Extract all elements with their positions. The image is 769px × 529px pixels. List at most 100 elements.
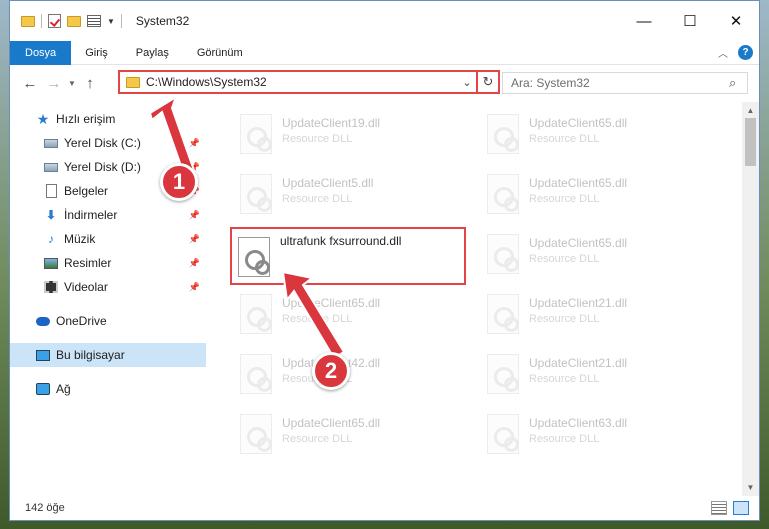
sidebar-item-onedrive[interactable]: OneDrive: [10, 309, 206, 333]
scroll-down-icon[interactable]: ▼: [742, 479, 759, 496]
toolbar-properties-icon[interactable]: [87, 15, 101, 27]
file-item[interactable]: UpdateClient5.dll Resource DLL: [226, 166, 466, 224]
documents-icon: [44, 184, 58, 198]
cloud-icon: [36, 314, 50, 328]
pin-icon: 📌: [188, 281, 200, 292]
dll-file-icon: [240, 414, 272, 454]
sidebar-item-label: İndirmeler: [64, 208, 118, 222]
forward-arrow-icon[interactable]: →: [42, 75, 66, 92]
sidebar-item-local-disk-c[interactable]: Yerel Disk (C:) 📌: [10, 131, 206, 155]
sidebar-item-music[interactable]: ♪ Müzik 📌: [10, 227, 206, 251]
pin-icon: 📌: [188, 209, 200, 220]
sidebar-item-label: OneDrive: [56, 314, 107, 328]
pin-icon: 📌: [188, 257, 200, 268]
recent-locations-caret-icon[interactable]: ▼: [66, 79, 78, 88]
star-icon: ★: [36, 110, 50, 127]
view-toggle: [711, 501, 749, 515]
vertical-scrollbar[interactable]: ▲ ▼: [742, 102, 759, 496]
address-dropdown-icon[interactable]: ⌄: [458, 76, 476, 89]
file-name: UpdateClient21.dll: [529, 356, 628, 370]
search-input[interactable]: Ara: System32: [511, 76, 729, 90]
address-bar[interactable]: C:\Windows\System32 ⌄: [118, 70, 478, 94]
file-item[interactable]: UpdateClient65.dll Resource DLL: [226, 286, 466, 344]
address-path[interactable]: C:\Windows\System32: [146, 75, 458, 89]
refresh-button[interactable]: ↻: [478, 70, 500, 94]
sidebar-item-label: Yerel Disk (D:): [64, 160, 141, 174]
file-item[interactable]: UpdateClient21.dll Resource DLL: [473, 286, 713, 344]
window-controls: — ☐ ✕: [621, 1, 759, 41]
tab-home[interactable]: Giriş: [71, 41, 122, 65]
large-icons-view-icon[interactable]: [733, 501, 749, 515]
sidebar-item-videos[interactable]: Videolar 📌: [10, 275, 206, 299]
dll-file-icon: [487, 294, 519, 334]
tab-view[interactable]: Görünüm: [183, 41, 257, 65]
file-name: UpdateClient65.dll: [529, 176, 628, 190]
sidebar-item-label: Yerel Disk (C:): [64, 136, 141, 150]
file-item[interactable]: UpdateClient63.dll Resource DLL: [473, 406, 713, 464]
highlighted-file-item[interactable]: ultrafunk fxsurround.dll: [230, 227, 466, 285]
drive-icon: [44, 160, 58, 174]
properties-check-icon[interactable]: [48, 14, 61, 28]
sidebar-item-network[interactable]: Ağ: [10, 377, 206, 401]
close-button[interactable]: ✕: [713, 1, 759, 41]
search-box[interactable]: Ara: System32 ⌕: [502, 72, 748, 94]
sidebar-item-downloads[interactable]: ⬇ İndirmeler 📌: [10, 203, 206, 227]
file-type: Resource DLL: [282, 433, 353, 445]
music-icon: ♪: [48, 232, 54, 246]
file-item[interactable]: UpdateClient65.dll Resource DLL: [226, 406, 466, 464]
pin-icon: 📌: [188, 137, 200, 148]
minimize-button[interactable]: —: [621, 1, 667, 41]
sidebar-item-this-pc[interactable]: Bu bilgisayar: [10, 343, 206, 367]
file-type: Resource DLL: [529, 433, 600, 445]
expand-ribbon-icon[interactable]: ︿: [718, 45, 728, 60]
file-name: ultrafunk fxsurround.dll: [280, 234, 402, 248]
tab-share[interactable]: Paylaş: [122, 41, 183, 65]
folder-icon: [126, 76, 140, 88]
file-name: UpdateClient65.dll: [282, 416, 381, 430]
file-item[interactable]: UpdateClient65.dll Resource DLL: [473, 226, 713, 284]
dll-file-icon: [238, 237, 270, 277]
search-icon[interactable]: ⌕: [729, 75, 747, 91]
ribbon-right: ︿ ?: [718, 45, 753, 60]
file-name: UpdateClient5.dll: [282, 176, 374, 190]
item-count: 142 öğe: [25, 502, 65, 514]
separator: [120, 14, 122, 28]
dll-file-icon: [240, 174, 272, 214]
sidebar-item-pictures[interactable]: Resimler 📌: [10, 251, 206, 275]
file-type: Resource DLL: [282, 313, 353, 325]
file-type: Resource DLL: [529, 133, 600, 145]
drive-icon: [44, 136, 58, 150]
pin-icon: 📌: [188, 233, 200, 244]
details-view-icon[interactable]: [711, 501, 727, 515]
file-name: UpdateClient63.dll: [529, 416, 628, 430]
file-name: UpdateClient21.dll: [529, 296, 628, 310]
help-icon[interactable]: ?: [738, 45, 753, 60]
videos-icon: [44, 280, 58, 294]
customize-toolbar-caret-icon[interactable]: ▼: [107, 17, 115, 26]
sidebar-item-quick-access[interactable]: ★ Hızlı erişim: [10, 107, 206, 131]
tab-file[interactable]: Dosya: [10, 40, 72, 65]
sidebar-item-label: Müzik: [64, 232, 96, 246]
file-type: Resource DLL: [282, 133, 353, 145]
file-list: UpdateClient19.dll Resource DLL UpdateCl…: [220, 102, 741, 496]
scroll-up-icon[interactable]: ▲: [742, 102, 759, 119]
sidebar-item-label: Hızlı erişim: [56, 112, 116, 126]
separator: [41, 14, 42, 28]
file-name: UpdateClient65.dll: [282, 296, 381, 310]
up-arrow-icon[interactable]: ↑: [78, 75, 102, 92]
scrollbar-thumb[interactable]: [745, 118, 756, 166]
dll-file-icon: [487, 234, 519, 274]
file-item[interactable]: UpdateClient21.dll Resource DLL: [473, 346, 713, 404]
new-folder-icon[interactable]: [67, 15, 81, 27]
computer-icon: [36, 348, 50, 362]
file-item[interactable]: UpdateClient65.dll Resource DLL: [473, 166, 713, 224]
folder-icon: [21, 15, 35, 27]
maximize-button[interactable]: ☐: [667, 1, 713, 41]
file-item[interactable]: UpdateClient65.dll Resource DLL: [473, 106, 713, 164]
file-item[interactable]: UpdateClient19.dll Resource DLL: [226, 106, 466, 164]
dll-file-icon: [487, 414, 519, 454]
quick-access-toolbar: ▼ System32: [10, 1, 189, 41]
file-name: UpdateClient65.dll: [529, 116, 628, 130]
file-type: Resource DLL: [529, 193, 600, 205]
back-arrow-icon[interactable]: ←: [18, 75, 42, 92]
